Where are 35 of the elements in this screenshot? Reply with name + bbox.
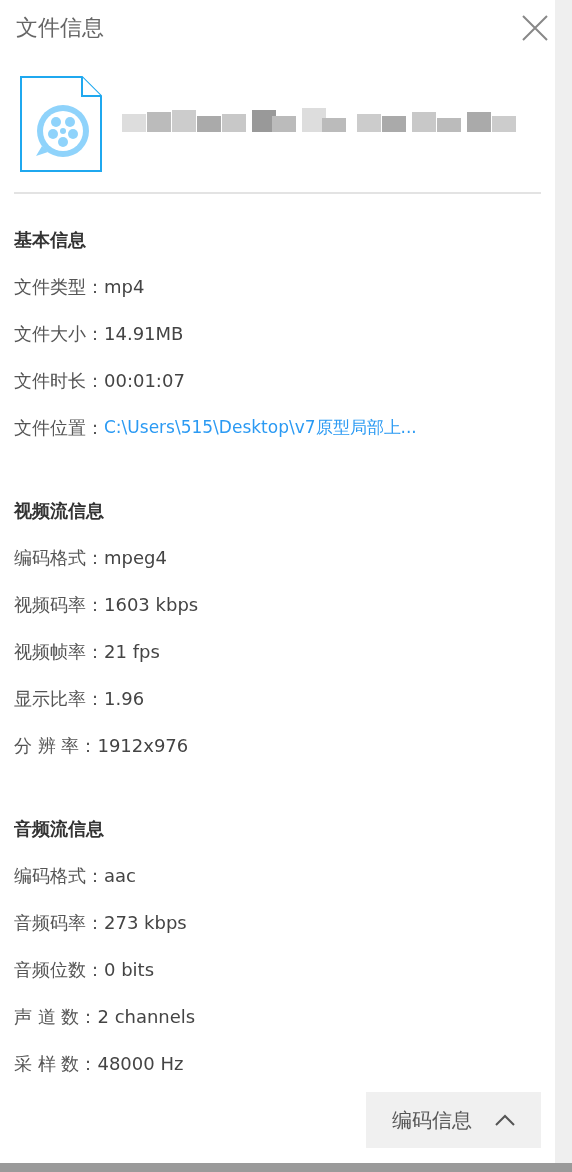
window-title: 文件信息 xyxy=(16,14,104,42)
field-label: 文件大小： xyxy=(14,321,104,346)
field-value: aac xyxy=(104,865,136,886)
field-label: 显示比率： xyxy=(14,686,104,711)
field-label: 音频码率： xyxy=(14,910,104,935)
video-file-icon xyxy=(20,76,102,172)
section-heading: 基本信息 xyxy=(14,228,87,252)
field-value: 21 fps xyxy=(104,641,160,662)
codec-info-button[interactable]: 编码信息 xyxy=(366,1092,541,1148)
field-value: 1912x976 xyxy=(97,735,189,756)
field-label: 文件类型： xyxy=(14,274,104,299)
field-value: 00:01:07 xyxy=(104,370,185,391)
close-icon[interactable] xyxy=(521,14,549,42)
field-label: 分 辨 率： xyxy=(14,733,98,758)
section-heading: 视频流信息 xyxy=(14,499,105,523)
caret-up-icon xyxy=(493,1113,516,1127)
field-value: 1603 kbps xyxy=(104,594,199,615)
field-label: 采 样 数： xyxy=(14,1051,98,1076)
field-value: 1.96 xyxy=(104,688,145,709)
field-label: 视频码率： xyxy=(14,592,104,617)
field-value: 48000 Hz xyxy=(97,1053,184,1074)
field-value: 0 bits xyxy=(104,959,155,980)
field-value: 14.91MB xyxy=(104,323,184,344)
field-label: 编码格式： xyxy=(14,545,104,570)
field-label: 音频位数： xyxy=(14,957,104,982)
field-value: 2 channels xyxy=(97,1006,196,1027)
field-label: 编码格式： xyxy=(14,863,104,888)
field-value: 273 kbps xyxy=(104,912,187,933)
field-value: mp4 xyxy=(104,276,145,297)
field-label: 文件位置： xyxy=(14,415,104,440)
field-label: 文件时长： xyxy=(14,368,104,393)
field-label: 声 道 数： xyxy=(14,1004,98,1029)
field-value: mpeg4 xyxy=(104,547,167,568)
field-label: 视频帧率： xyxy=(14,639,104,664)
section-heading: 音频流信息 xyxy=(14,817,105,841)
